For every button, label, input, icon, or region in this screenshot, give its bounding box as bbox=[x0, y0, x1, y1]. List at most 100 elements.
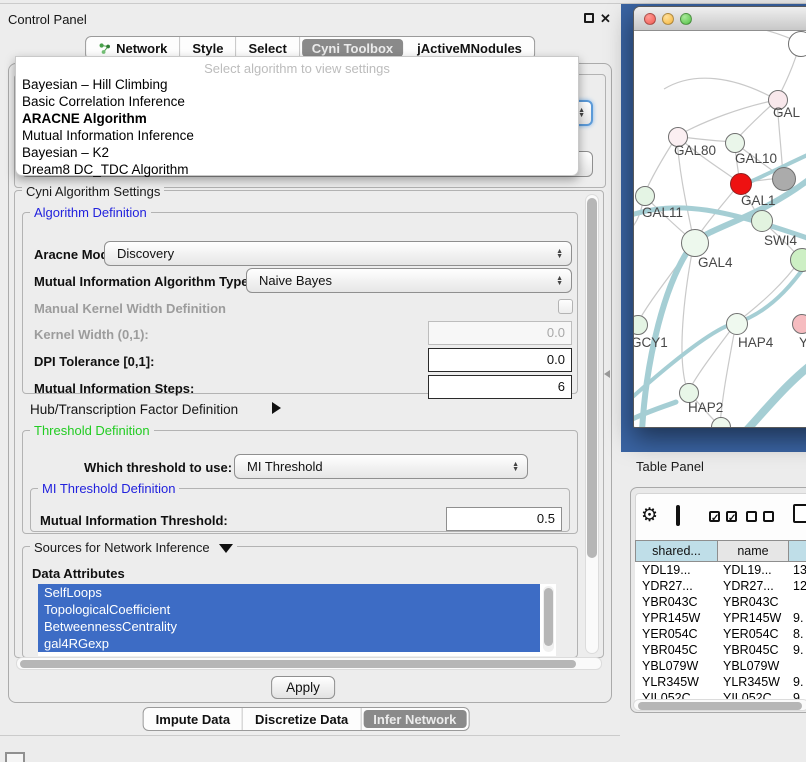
zoom-traffic-light-icon[interactable] bbox=[680, 13, 692, 25]
node-salmon-right[interactable] bbox=[792, 314, 806, 334]
control-panel: Control Panel ✕ Network Style Select Cyn… bbox=[0, 4, 620, 735]
popup-item-bayesian-k2[interactable]: Bayesian – K2 bbox=[16, 144, 578, 161]
control-panel-bottom-divider bbox=[0, 735, 620, 736]
splitter-arrow-icon[interactable] bbox=[604, 370, 610, 378]
apply-button[interactable]: Apply bbox=[271, 676, 335, 699]
list-item-selfloops[interactable]: SelfLoops bbox=[38, 584, 540, 601]
close-traffic-light-icon[interactable] bbox=[644, 13, 656, 25]
settings-vscroll-thumb[interactable] bbox=[587, 198, 597, 558]
combo-arrows-icon: ▲▼ bbox=[556, 249, 563, 259]
gear-icon[interactable]: ⚙ bbox=[641, 506, 658, 525]
table-row[interactable]: YDR27... YDR27... 12 bbox=[635, 578, 806, 594]
popup-item-basic-correlation[interactable]: Basic Correlation Inference bbox=[16, 93, 578, 110]
popup-item-dream8[interactable]: Dream8 DC_TDC Algorithm bbox=[16, 161, 578, 178]
tab-discretize-data[interactable]: Discretize Data bbox=[243, 708, 361, 730]
docked-panel-icon[interactable] bbox=[5, 752, 25, 762]
node-label: SWI4 bbox=[764, 233, 797, 248]
node-label: Y bbox=[799, 335, 806, 350]
table-row[interactable]: YDL19... YDL19... 13 bbox=[635, 562, 806, 578]
list-item-gal4rgexp[interactable]: gal4RGexp bbox=[38, 635, 540, 652]
table-row[interactable]: YER054C YER054C 8. bbox=[635, 626, 806, 642]
checkbox-checked-icon[interactable]: ✓ bbox=[726, 511, 737, 522]
data-attributes-label: Data Attributes bbox=[32, 566, 125, 581]
tab-infer-network[interactable]: Infer Network bbox=[363, 710, 466, 728]
tab-cyni-toolbox[interactable]: Cyni Toolbox bbox=[302, 39, 403, 57]
node-label: GAL bbox=[773, 105, 800, 120]
node-gal4[interactable] bbox=[681, 229, 709, 257]
node-label: GCY1 bbox=[634, 335, 668, 350]
mi-steps-field[interactable]: 6 bbox=[428, 375, 572, 399]
float-window-icon[interactable] bbox=[584, 13, 594, 23]
column-header-shared-name[interactable]: shared... bbox=[636, 540, 718, 562]
tab-impute-data[interactable]: Impute Data bbox=[144, 708, 243, 730]
table-row[interactable]: YLR345W YLR345W 9. bbox=[635, 674, 806, 690]
table-row[interactable]: YBR045C YBR045C 9. bbox=[635, 642, 806, 658]
aracne-mode-combo[interactable]: Discovery ▲▼ bbox=[104, 241, 572, 266]
settings-group-title: Cyni Algorithm Settings bbox=[22, 184, 164, 199]
node-gray[interactable] bbox=[772, 167, 796, 191]
application-root: Control Panel ✕ Network Style Select Cyn… bbox=[0, 0, 806, 762]
network-icon bbox=[98, 42, 111, 55]
node-hap4[interactable] bbox=[726, 313, 748, 335]
combo-arrows-icon: ▲▼ bbox=[556, 276, 563, 286]
which-threshold-label: Which threshold to use: bbox=[84, 460, 232, 475]
table-hscroll-thumb[interactable] bbox=[638, 702, 802, 710]
node-label: HAP2 bbox=[688, 400, 723, 415]
which-threshold-combo[interactable]: MI Threshold ▲▼ bbox=[234, 454, 528, 479]
node-swi4[interactable] bbox=[751, 210, 773, 232]
kernel-width-field[interactable]: 0.0 bbox=[428, 321, 572, 345]
table-horizontal-scrollbar[interactable] bbox=[633, 699, 806, 711]
close-icon[interactable]: ✕ bbox=[600, 12, 611, 25]
node-label: GAL80 bbox=[674, 143, 716, 158]
table-panel-title: Table Panel bbox=[636, 459, 704, 474]
table-row[interactable]: YBL079W YBL079W bbox=[635, 658, 806, 674]
columns-icon[interactable] bbox=[676, 505, 680, 526]
node-label: GAL4 bbox=[698, 255, 733, 270]
manual-kernel-checkbox[interactable] bbox=[558, 299, 573, 314]
list-item-betweennesscentrality[interactable]: BetweennessCentrality bbox=[38, 618, 540, 635]
table-row[interactable]: YBR043C YBR043C bbox=[635, 594, 806, 610]
panel-title: Control Panel bbox=[8, 12, 87, 27]
mi-steps-label: Mutual Information Steps: bbox=[34, 381, 194, 396]
checkbox-unchecked-icon[interactable] bbox=[763, 511, 774, 522]
threshold-definition-title: Threshold Definition bbox=[30, 423, 154, 438]
table-row[interactable]: YPR145W YPR145W 9. bbox=[635, 610, 806, 626]
document-icon[interactable] bbox=[793, 504, 806, 523]
hub-section-label[interactable]: Hub/Transcription Factor Definition bbox=[30, 402, 238, 417]
node-label: GAL11 bbox=[642, 205, 683, 220]
checkbox-unchecked-icon[interactable] bbox=[746, 511, 757, 522]
mi-threshold-label: Mutual Information Threshold: bbox=[40, 513, 228, 528]
dpi-tolerance-label: DPI Tolerance [0,1]: bbox=[34, 354, 154, 369]
node-gal1-red[interactable] bbox=[730, 173, 752, 195]
data-attributes-list: SelfLoops TopologicalCoefficient Between… bbox=[38, 584, 556, 656]
list-scroll-thumb[interactable] bbox=[544, 588, 553, 646]
algorithm-popup: Select algorithm to view settings Bayesi… bbox=[15, 56, 579, 176]
popup-item-bayesian-hill-climbing[interactable]: Bayesian – Hill Climbing bbox=[16, 76, 578, 93]
list-item-topologicalcoefficient[interactable]: TopologicalCoefficient bbox=[38, 601, 540, 618]
minimize-traffic-light-icon[interactable] bbox=[662, 13, 674, 25]
chevron-down-icon bbox=[219, 544, 233, 553]
popup-prompt: Select algorithm to view settings bbox=[16, 57, 578, 76]
column-header-name[interactable]: name bbox=[718, 540, 789, 562]
settings-hscroll-thumb[interactable] bbox=[20, 660, 576, 668]
node-label: HAP4 bbox=[738, 335, 773, 350]
popup-item-mutual-information[interactable]: Mutual Information Inference bbox=[16, 127, 578, 144]
popup-item-aracne[interactable]: ARACNE Algorithm bbox=[16, 110, 578, 127]
cyni-bottom-tabbar: Impute Data Discretize Data Infer Networ… bbox=[143, 707, 470, 731]
settings-vertical-scrollbar[interactable] bbox=[585, 194, 599, 654]
sources-group-title[interactable]: Sources for Network Inference bbox=[30, 540, 237, 555]
list-scrollbar[interactable] bbox=[543, 586, 554, 652]
node-gal10[interactable] bbox=[725, 133, 745, 153]
dpi-tolerance-field[interactable]: 0.0 bbox=[428, 348, 572, 372]
chevron-right-icon[interactable] bbox=[272, 402, 281, 414]
network-window-titlebar[interactable] bbox=[634, 7, 806, 31]
kernel-width-label: Kernel Width (0,1): bbox=[34, 327, 149, 342]
settings-horizontal-scrollbar[interactable] bbox=[16, 657, 602, 670]
column-header-cut[interactable] bbox=[789, 540, 806, 562]
checkbox-checked-icon[interactable]: ✓ bbox=[709, 511, 720, 522]
node-gal11[interactable] bbox=[635, 186, 655, 206]
mi-algorithm-type-combo[interactable]: Naive Bayes ▲▼ bbox=[246, 268, 572, 293]
algorithm-definition-title: Algorithm Definition bbox=[30, 205, 151, 220]
mi-threshold-field[interactable]: 0.5 bbox=[446, 507, 562, 531]
network-canvas[interactable]: GAL GAL80 GAL10 GAL1 GAL11 SWI4 GAL4 GCY… bbox=[634, 31, 806, 427]
